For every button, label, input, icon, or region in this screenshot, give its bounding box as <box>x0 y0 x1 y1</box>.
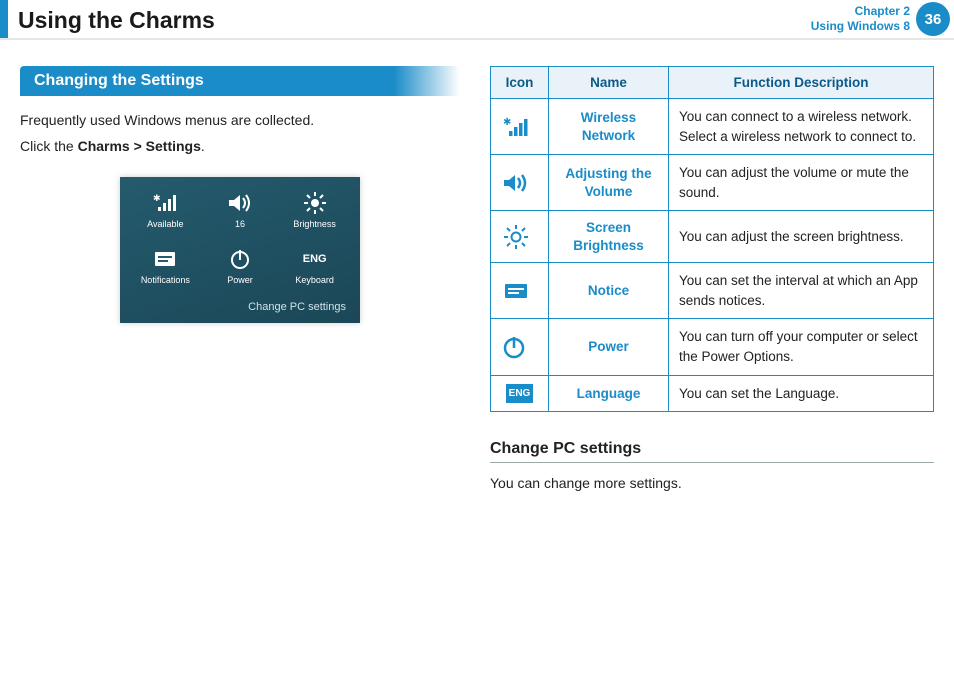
table-row: Adjusting the Volume You can adjust the … <box>491 155 934 211</box>
row-brightness-icon <box>491 211 549 263</box>
tile-power: Power <box>203 247 278 285</box>
chapter-line2: Using Windows 8 <box>811 19 910 34</box>
table-row: Power You can turn off your computer or … <box>491 319 934 375</box>
table-row: Screen Brightness You can adjust the scr… <box>491 211 934 263</box>
row-notice-icon <box>491 263 549 319</box>
keyboard-icon: ENG <box>303 247 327 271</box>
th-desc: Function Description <box>669 67 934 99</box>
svg-text:✱: ✱ <box>153 193 161 203</box>
row-brightness-desc: You can adjust the screen brightness. <box>669 211 934 263</box>
tile-brightness: Brightness <box>277 191 352 229</box>
intro-line2-pre: Click the <box>20 138 78 154</box>
power-icon <box>229 247 251 271</box>
settings-tiles: ✱ Available <box>120 191 360 295</box>
header-left: Using the Charms <box>0 0 215 38</box>
change-pc-heading: Change PC settings <box>490 440 934 463</box>
right-column: Icon Name Function Description ✱ <box>490 66 934 499</box>
row-wireless-icon: ✱ <box>491 99 549 155</box>
row-volume-icon <box>491 155 549 211</box>
tile-keyboard-label: Keyboard <box>295 275 334 285</box>
tile-volume: 16 <box>203 191 278 229</box>
row-language-desc: You can set the Language. <box>669 375 934 412</box>
chapter-line1: Chapter 2 <box>811 4 910 19</box>
intro-line2-bold: Charms > Settings <box>78 138 201 154</box>
wireless-icon: ✱ <box>152 191 178 215</box>
tile-volume-label: 16 <box>235 219 245 229</box>
brightness-icon <box>302 191 328 215</box>
svg-text:✱: ✱ <box>503 117 511 128</box>
tile-wireless-label: Available <box>147 219 183 229</box>
tile-notifications-label: Notifications <box>141 275 190 285</box>
row-volume-name: Adjusting the Volume <box>549 155 669 211</box>
header-right: Chapter 2 Using Windows 8 36 <box>811 0 954 38</box>
tile-power-label: Power <box>227 275 253 285</box>
th-icon: Icon <box>491 67 549 99</box>
intro-line2-post: . <box>201 138 205 154</box>
section-heading: Changing the Settings <box>20 66 460 96</box>
row-language-icon: ENG <box>491 375 549 412</box>
language-badge-icon: ENG <box>506 384 534 403</box>
notifications-icon <box>153 247 177 271</box>
header-accent-bar <box>0 0 8 38</box>
tile-brightness-label: Brightness <box>293 219 336 229</box>
row-language-name: Language <box>549 375 669 412</box>
row-power-icon <box>491 319 549 375</box>
intro-line1: Frequently used Windows menus are collec… <box>20 110 460 132</box>
row-notice-desc: You can set the interval at which an App… <box>669 263 934 319</box>
change-pc-text: You can change more settings. <box>490 473 934 495</box>
chapter-label: Chapter 2 Using Windows 8 <box>811 4 910 34</box>
page-number-badge: 36 <box>916 2 950 36</box>
row-wireless-name: Wireless Network <box>549 99 669 155</box>
volume-icon <box>227 191 253 215</box>
row-wireless-desc: You can connect to a wireless network. S… <box>669 99 934 155</box>
left-column: Changing the Settings Frequently used Wi… <box>20 66 460 499</box>
settings-panel: ✱ Available <box>120 177 360 323</box>
th-name: Name <box>549 67 669 99</box>
table-row: ✱ Wireless Network You can connect to a … <box>491 99 934 155</box>
function-table: Icon Name Function Description ✱ <box>490 66 934 412</box>
intro-line2: Click the Charms > Settings. <box>20 136 460 158</box>
row-brightness-name: Screen Brightness <box>549 211 669 263</box>
change-pc-link: Change PC settings <box>120 295 360 323</box>
row-notice-name: Notice <box>549 263 669 319</box>
row-power-desc: You can turn off your computer or select… <box>669 319 934 375</box>
row-power-name: Power <box>549 319 669 375</box>
page-title: Using the Charms <box>18 0 215 38</box>
tile-wireless: ✱ Available <box>128 191 203 229</box>
tile-keyboard: ENG Keyboard <box>277 247 352 285</box>
table-row: Notice You can set the interval at which… <box>491 263 934 319</box>
tile-notifications: Notifications <box>128 247 203 285</box>
table-row: ENG Language You can set the Language. <box>491 375 934 412</box>
row-volume-desc: You can adjust the volume or mute the so… <box>669 155 934 211</box>
page-body: Changing the Settings Frequently used Wi… <box>0 46 954 499</box>
page-header: Using the Charms Chapter 2 Using Windows… <box>0 0 954 40</box>
